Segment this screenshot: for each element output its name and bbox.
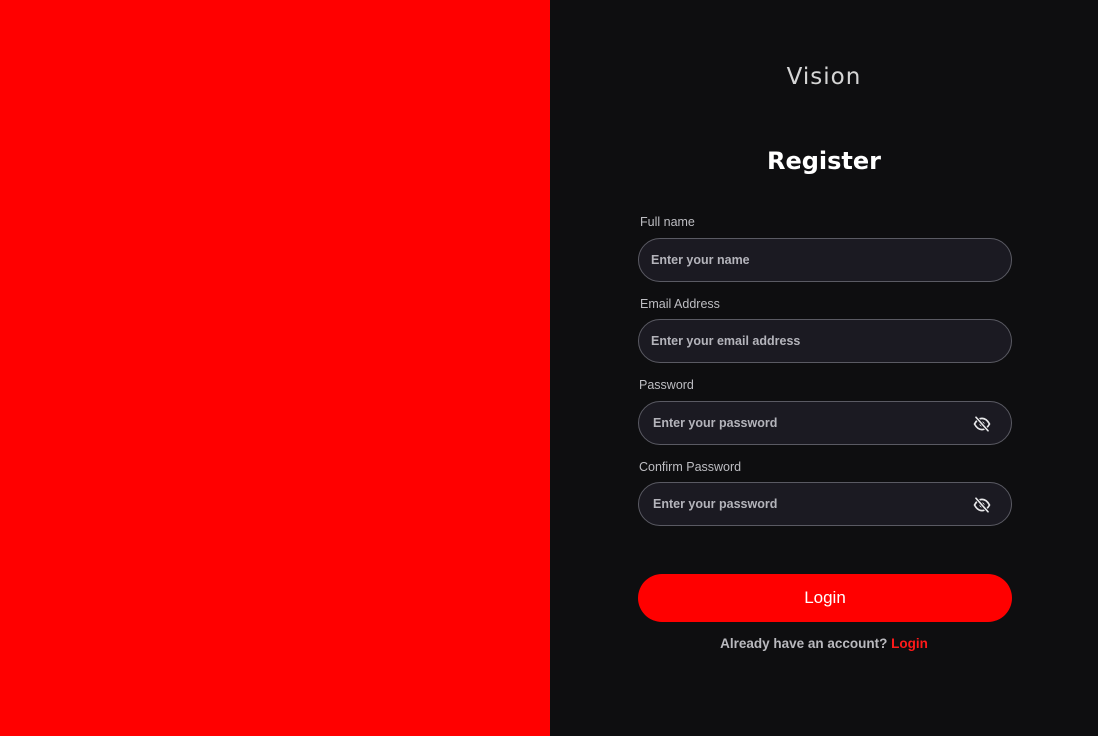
login-submit-button[interactable]: Login bbox=[638, 574, 1012, 622]
full-name-field[interactable] bbox=[638, 238, 1012, 282]
full-name-input[interactable] bbox=[651, 239, 951, 281]
login-prompt: Already have an account? Login bbox=[550, 636, 1098, 651]
confirm-password-input[interactable] bbox=[653, 483, 953, 525]
brand-logo: Vision bbox=[786, 64, 862, 90]
email-label: Email Address bbox=[640, 297, 720, 311]
password-label: Password bbox=[639, 378, 694, 392]
password-field[interactable] bbox=[638, 401, 1012, 445]
confirm-password-field[interactable] bbox=[638, 482, 1012, 526]
register-panel: Vision Register Full name Email Address … bbox=[550, 0, 1098, 736]
hero-panel bbox=[0, 0, 550, 736]
eye-off-icon[interactable] bbox=[973, 496, 991, 514]
password-input[interactable] bbox=[653, 402, 953, 444]
email-input[interactable] bbox=[651, 320, 951, 362]
login-link[interactable]: Login bbox=[891, 636, 928, 651]
confirm-password-label: Confirm Password bbox=[639, 460, 742, 474]
eye-off-icon[interactable] bbox=[973, 415, 991, 433]
email-field[interactable] bbox=[638, 319, 1012, 363]
full-name-label: Full name bbox=[640, 215, 695, 229]
login-prompt-text: Already have an account? bbox=[720, 636, 888, 651]
page-title: Register bbox=[766, 147, 882, 175]
